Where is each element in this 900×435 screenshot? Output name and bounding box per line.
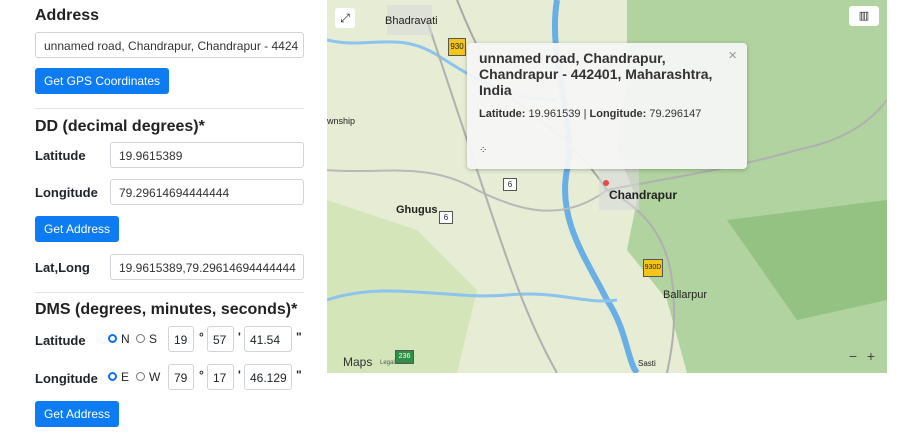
label-bhadravati: Bhadravati: [385, 15, 438, 27]
highway-shield: 930: [448, 38, 466, 56]
dd-latitude-label: Latitude: [35, 148, 86, 163]
second-symbol: ": [296, 330, 302, 344]
location-pin-icon[interactable]: [603, 180, 609, 186]
dd-get-address-button[interactable]: Get Address: [35, 216, 120, 242]
popup-lat-value: 19.961539: [528, 108, 581, 120]
address-input[interactable]: unnamed road, Chandrapur, Chandrapur - 4…: [35, 32, 304, 58]
label-nship: wnship: [327, 116, 356, 126]
dms-get-address-button[interactable]: Get Address: [35, 401, 120, 427]
second-symbol: ": [296, 368, 302, 382]
fullscreen-icon[interactable]: ⤢: [335, 8, 355, 28]
radio-e[interactable]: [108, 372, 117, 381]
latlng-label: Lat,Long: [35, 260, 90, 275]
label-ballarpur: Ballarpur: [663, 289, 708, 301]
popup-spinner-icon: ⁘: [479, 145, 488, 156]
popup-close-button[interactable]: ×: [728, 47, 737, 64]
radio-w-label: W: [149, 370, 161, 384]
address-heading: Address: [35, 7, 100, 24]
degree-symbol: °: [199, 368, 204, 382]
road-shield: 6: [439, 211, 453, 224]
dd-longitude-input[interactable]: 79.29614694444444: [110, 179, 304, 205]
dms-longitude-label: Longitude: [35, 371, 98, 386]
highway-shield: 930D: [643, 259, 663, 277]
popup-lng-value: 79.296147: [649, 108, 702, 120]
lng-degrees-input[interactable]: 79: [168, 364, 194, 390]
lng-minutes-input[interactable]: 17: [207, 364, 234, 390]
radio-s-label: S: [149, 332, 158, 346]
radio-w[interactable]: [136, 372, 145, 381]
get-gps-button[interactable]: Get GPS Coordinates: [35, 68, 170, 94]
location-popup: × unnamed road, Chandrapur, Chandrapur -…: [467, 43, 747, 169]
degree-symbol: °: [199, 330, 204, 344]
radio-n-label: N: [121, 332, 130, 346]
radio-e-label: E: [121, 370, 130, 384]
popup-title: unnamed road, Chandrapur, Chandrapur - 4…: [479, 50, 713, 98]
maps-brand: Maps: [343, 355, 373, 369]
dd-heading: DD (decimal degrees)*: [35, 118, 205, 135]
road-shield: 6: [503, 178, 517, 191]
popup-separator: |: [583, 108, 587, 120]
popup-lat-label: Latitude:: [479, 108, 526, 120]
dd-latitude-input[interactable]: 19.9615389: [110, 142, 304, 168]
lat-minutes-input[interactable]: 57: [207, 326, 234, 352]
divider: [35, 108, 304, 109]
map-type-icon[interactable]: ▥: [849, 6, 879, 26]
lng-seconds-input[interactable]: 46.129: [244, 364, 292, 390]
label-chandrapur: Chandrapur: [609, 188, 678, 202]
dms-latitude-label: Latitude: [35, 333, 86, 348]
zoom-in-button[interactable]: +: [864, 348, 878, 366]
lat-seconds-input[interactable]: 41.54: [244, 326, 292, 352]
radio-s[interactable]: [136, 334, 145, 343]
legal-link[interactable]: Legal: [380, 360, 395, 366]
lat-degrees-input[interactable]: 19: [168, 326, 194, 352]
latlng-input[interactable]: 19.9615389,79.29614694444444: [110, 254, 304, 280]
highway-shield: 236: [395, 350, 414, 364]
popup-lng-label: Longitude:: [589, 108, 647, 120]
label-ghugus: Ghugus: [396, 204, 438, 216]
dms-heading: DMS (degrees, minutes, seconds)*: [35, 301, 298, 318]
zoom-out-button[interactable]: −: [846, 348, 860, 366]
dd-longitude-label: Longitude: [35, 185, 98, 200]
minute-symbol: ': [238, 330, 241, 344]
popup-coords: Latitude: 19.961539 | Longitude: 79.2961…: [479, 108, 701, 120]
divider: [35, 292, 304, 293]
label-sasti: Sasti: [638, 359, 656, 368]
minute-symbol: ': [238, 368, 241, 382]
radio-n[interactable]: [108, 334, 117, 343]
